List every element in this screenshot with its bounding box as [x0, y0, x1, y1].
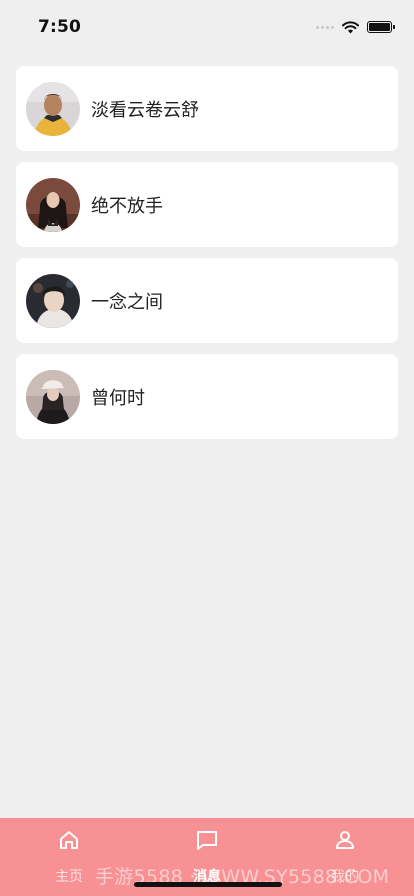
status-indicators: [316, 20, 395, 34]
avatar: [26, 81, 80, 136]
avatar: [26, 369, 80, 424]
avatar: [26, 177, 80, 232]
home-indicator[interactable]: [134, 882, 282, 887]
conversation-item[interactable]: 绝不放手: [16, 162, 398, 247]
cellular-signal-icon: [316, 25, 334, 29]
wifi-icon: [342, 20, 359, 33]
conversation-name: 曾何时: [91, 387, 145, 409]
conversation-name: 一念之间: [91, 291, 163, 313]
battery-icon: [367, 21, 395, 33]
avatar: [26, 273, 80, 328]
tab-label: 主页: [55, 869, 83, 885]
home-icon: [60, 831, 78, 849]
conversation-name: 绝不放手: [91, 195, 163, 217]
conversation-item[interactable]: 淡看云卷云舒: [16, 66, 398, 151]
user-icon: [336, 831, 354, 849]
conversation-list: 淡看云卷云舒 绝不放手 一念之间 曾何时: [16, 66, 398, 450]
message-icon: [197, 831, 217, 850]
status-bar: 7:50: [0, 0, 414, 54]
conversation-item[interactable]: 曾何时: [16, 354, 398, 439]
conversation-item[interactable]: 一念之间: [16, 258, 398, 343]
conversation-name: 淡看云卷云舒: [91, 99, 199, 121]
status-time: 7:50: [38, 17, 82, 37]
